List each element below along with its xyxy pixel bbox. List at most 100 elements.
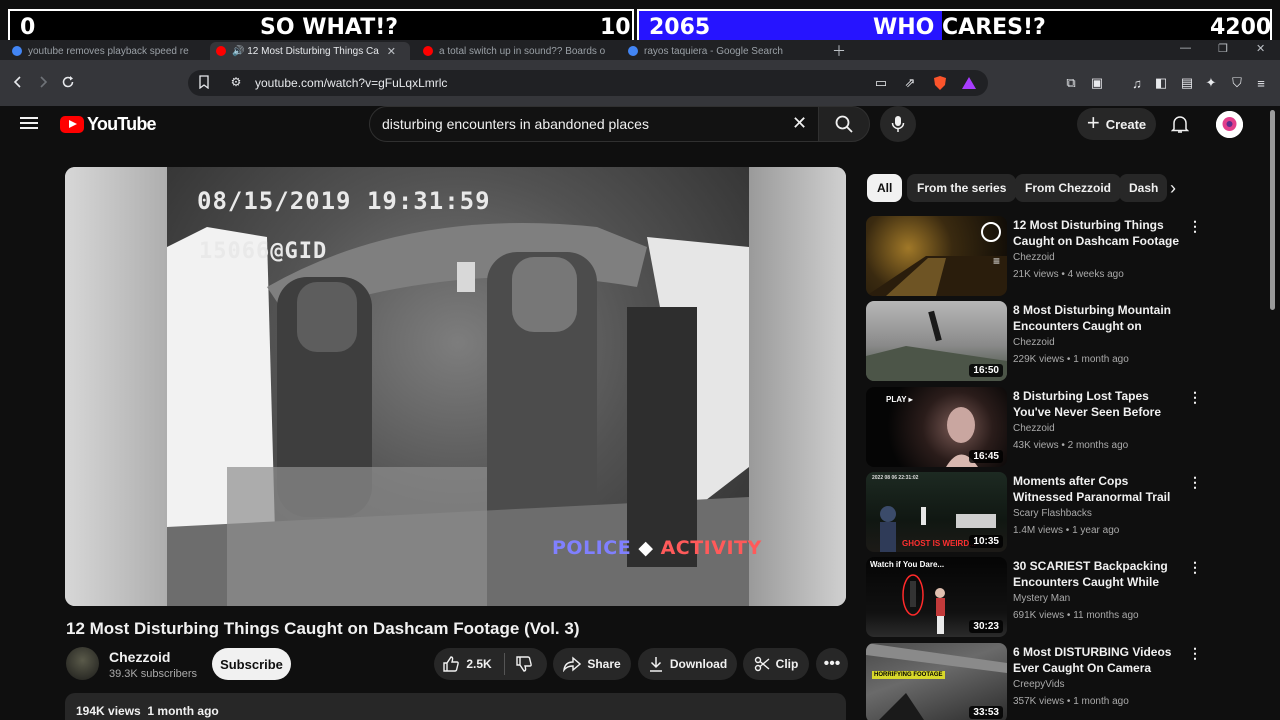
share-page-icon[interactable]: ⇗ xyxy=(901,74,919,92)
more-options-icon[interactable]: ⋮ xyxy=(1188,474,1202,491)
rec-title[interactable]: 8 Most Disturbing Mountain Encounters Ca… xyxy=(1013,302,1183,334)
share-button[interactable]: Share xyxy=(553,648,631,680)
voice-search-button[interactable] xyxy=(880,106,916,142)
thumbs-up-icon xyxy=(443,656,460,672)
browser-tab-4[interactable]: rayos taquiera - Google Search xyxy=(628,42,818,60)
maximize-icon[interactable]: ❐ xyxy=(1218,42,1228,55)
page-scrollbar[interactable] xyxy=(1270,110,1275,310)
video-thumbnail[interactable]: 16:50 xyxy=(866,301,1007,381)
more-options-icon[interactable]: ⋮ xyxy=(1188,389,1202,406)
create-button[interactable]: + Create xyxy=(1077,108,1156,140)
back-icon[interactable] xyxy=(8,72,28,92)
media-icon[interactable]: ♫ xyxy=(1128,74,1146,92)
rec-channel[interactable]: Chezzoid xyxy=(1013,252,1055,263)
youtube-logo[interactable]: YouTube xyxy=(60,114,157,135)
rec-channel[interactable]: CreepyVids xyxy=(1013,679,1065,690)
rec-title[interactable]: 30 SCARIEST Backpacking Encounters Caugh… xyxy=(1013,558,1183,590)
channel-name[interactable]: Chezzoid xyxy=(109,649,170,665)
close-tab-icon[interactable]: ✕ xyxy=(387,45,396,58)
brave-shield-icon[interactable] xyxy=(931,74,949,92)
extensions-icon[interactable]: ⧉ xyxy=(1062,74,1080,92)
search-icon xyxy=(835,115,853,133)
duration-badge: 16:50 xyxy=(969,364,1003,377)
rec-channel[interactable]: Scary Flashbacks xyxy=(1013,508,1092,519)
player-blur-right xyxy=(749,167,846,606)
watermark-part-b: ACTIVITY xyxy=(660,537,762,559)
video-thumbnail[interactable]: Watch if You Dare... 30:23 xyxy=(866,557,1007,637)
search-query-text[interactable]: disturbing encounters in abandoned place… xyxy=(382,116,649,132)
more-options-icon[interactable]: ⋮ xyxy=(1188,559,1202,576)
rec-title[interactable]: 12 Most Disturbing Things Caught on Dash… xyxy=(1013,217,1183,249)
video-player[interactable]: 08/15/2019 19:31:59 15066@GID POLICE ◆ A… xyxy=(65,167,846,606)
bookmark-icon[interactable] xyxy=(194,72,214,92)
player-blur-left xyxy=(65,167,167,606)
clip-label: Clip xyxy=(775,657,799,671)
share-icon xyxy=(563,656,582,672)
browser-tab-3[interactable]: a total switch up in sound?? Boards o xyxy=(423,42,608,60)
more-actions-icon[interactable]: ••• xyxy=(816,648,848,680)
watch-later-icon[interactable] xyxy=(981,222,1001,242)
chevron-right-icon[interactable]: › xyxy=(1170,178,1176,199)
recommendation-item[interactable]: HORRIFYING FOOTAGE 33:53 6 Most DISTURBI… xyxy=(866,643,1206,720)
add-to-queue-icon[interactable]: ≡ xyxy=(993,254,1000,268)
forward-icon[interactable] xyxy=(33,72,53,92)
recommendation-item[interactable]: ≡ 12 Most Disturbing Things Caught on Da… xyxy=(866,216,1206,296)
video-thumbnail[interactable]: HORRIFYING FOOTAGE 33:53 xyxy=(866,643,1007,720)
rec-title[interactable]: 8 Disturbing Lost Tapes You've Never See… xyxy=(1013,388,1183,420)
browser-tab-1[interactable]: youtube removes playback speed re xyxy=(12,42,197,60)
recommendation-item[interactable]: 16:50 8 Most Disturbing Mountain Encount… xyxy=(866,301,1206,381)
account-avatar[interactable] xyxy=(1216,111,1243,138)
video-thumbnail[interactable]: 2022 08 06 22:31:02 GHOST IS WEIRD... 10… xyxy=(866,472,1007,552)
cast-icon[interactable]: ▭ xyxy=(872,74,890,92)
rec-channel[interactable]: Chezzoid xyxy=(1013,337,1055,348)
site-info-icon[interactable]: ⚙ xyxy=(226,72,246,92)
close-window-icon[interactable]: ✕ xyxy=(1256,42,1265,55)
dislike-button[interactable] xyxy=(515,655,539,673)
clip-button[interactable]: Clip xyxy=(743,648,809,680)
clear-search-icon[interactable]: ✕ xyxy=(792,113,807,134)
video-title: 12 Most Disturbing Things Caught on Dash… xyxy=(66,619,580,638)
browser-tab-2[interactable]: 🔊 12 Most Disturbing Things Ca ✕ xyxy=(210,42,410,60)
rec-channel[interactable]: Chezzoid xyxy=(1013,423,1055,434)
divider xyxy=(503,653,505,675)
description-box[interactable]: 194K views 1 month ago xyxy=(65,693,846,720)
recommendation-item[interactable]: PLAY ▸ 16:45 8 Disturbing Lost Tapes You… xyxy=(866,387,1206,467)
notifications-icon[interactable] xyxy=(1168,112,1192,136)
search-button[interactable] xyxy=(818,106,870,142)
wallet-icon[interactable]: ▣ xyxy=(1088,74,1106,92)
recommendation-item[interactable]: 2022 08 06 22:31:02 GHOST IS WEIRD... 10… xyxy=(866,472,1206,552)
more-options-icon[interactable]: ⋮ xyxy=(1188,218,1202,235)
chip-all[interactable]: All xyxy=(867,174,903,202)
url-text[interactable]: youtube.com/watch?v=gFuLqxLmrlc xyxy=(255,76,447,90)
chip-dash[interactable]: Dash xyxy=(1119,174,1167,202)
google-favicon-icon xyxy=(628,46,638,56)
video-thumbnail[interactable]: ≡ xyxy=(866,216,1007,296)
minimize-icon[interactable]: — xyxy=(1180,42,1191,54)
rec-channel[interactable]: Mystery Man xyxy=(1013,593,1070,604)
download-button[interactable]: Download xyxy=(638,648,737,680)
rec-title[interactable]: Moments after Cops Witnessed Paranormal … xyxy=(1013,473,1183,505)
menu-icon[interactable]: ≡ xyxy=(1252,74,1270,92)
tab-label: a total switch up in sound?? Boards o xyxy=(439,45,606,57)
new-tab-icon[interactable]: ＋ xyxy=(832,41,846,61)
youtube-favicon-icon xyxy=(423,46,433,56)
guide-menu-icon[interactable] xyxy=(20,114,40,134)
chip-from-chezzoid[interactable]: From Chezzoid xyxy=(1015,174,1121,202)
sidebar-icon[interactable]: ◧ xyxy=(1152,74,1170,92)
vpn-icon[interactable]: ⛉ xyxy=(1228,74,1246,92)
rec-title[interactable]: 6 Most DISTURBING Videos Ever Caught On … xyxy=(1013,644,1183,676)
leo-ai-icon[interactable]: ✦ xyxy=(1202,74,1220,92)
brave-rewards-icon[interactable] xyxy=(960,74,978,92)
channel-avatar[interactable] xyxy=(66,647,99,680)
duration-badge: 33:53 xyxy=(969,706,1003,719)
subscribe-button[interactable]: Subscribe xyxy=(212,648,291,680)
more-options-icon[interactable]: ⋮ xyxy=(1188,645,1202,662)
like-button[interactable]: 2.5K xyxy=(442,655,492,673)
video-thumbnail[interactable]: PLAY ▸ 16:45 xyxy=(866,387,1007,467)
wallet-card-icon[interactable]: ▤ xyxy=(1178,74,1196,92)
watermark-part-a: POLICE xyxy=(552,537,632,559)
reload-icon[interactable] xyxy=(58,72,78,92)
score-left-a: 0 xyxy=(20,14,36,40)
chip-from-series[interactable]: From the series xyxy=(907,174,1017,202)
recommendation-item[interactable]: Watch if You Dare... 30:23 30 SCARIEST B… xyxy=(866,557,1206,637)
